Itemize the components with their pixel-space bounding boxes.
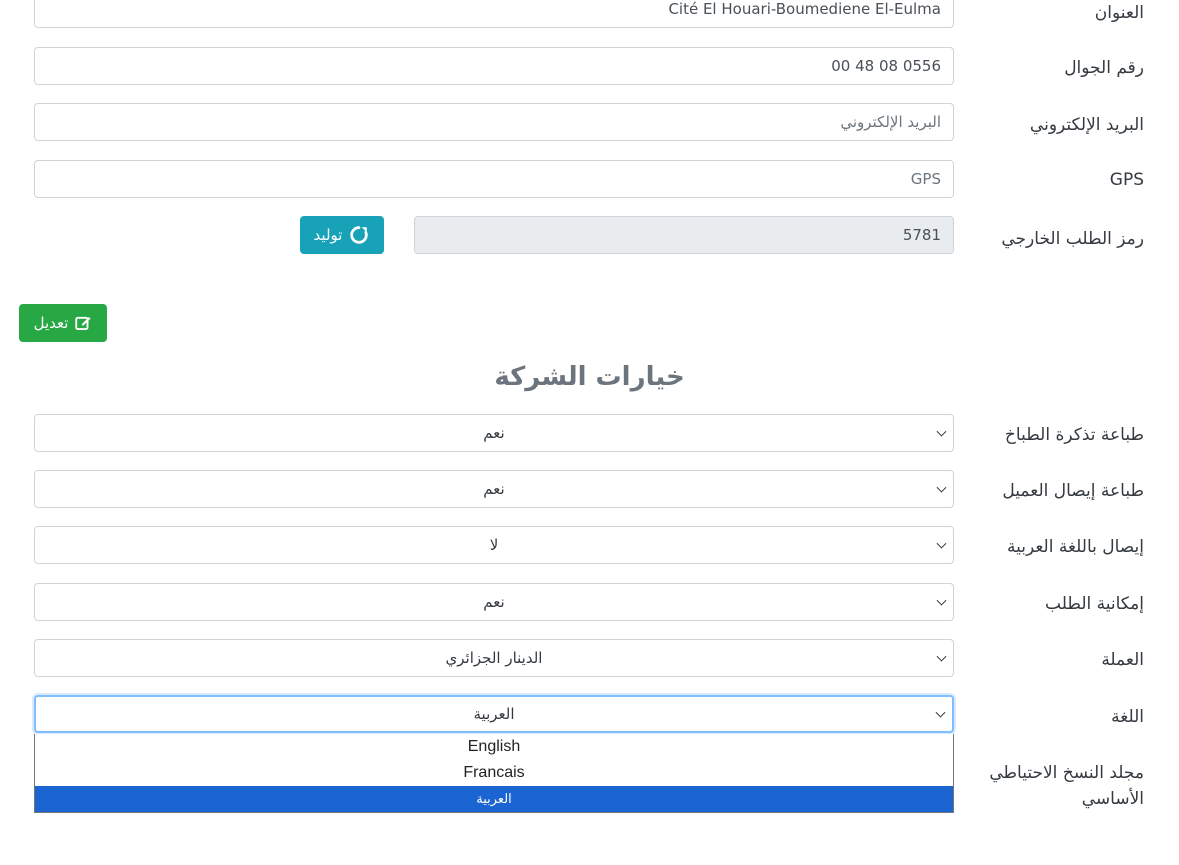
- company-options-title: خيارات الشركة: [494, 362, 685, 392]
- arabic-receipt-value: لا: [489, 536, 499, 554]
- customer-receipt-select[interactable]: نعم: [34, 470, 954, 508]
- generate-button[interactable]: توليد: [300, 216, 384, 254]
- backup-folder-label: مجلد النسخ الاحتياطي الأساسي: [944, 760, 1144, 812]
- cook-ticket-value: نعم: [483, 424, 505, 442]
- refresh-icon: [348, 224, 370, 246]
- chevron-down-icon: [936, 651, 947, 662]
- backup-folder-label-line2: الأساسي: [1081, 789, 1144, 809]
- edit-button[interactable]: تعديل: [19, 304, 107, 342]
- company-settings-page: العنوان Cité El Houari-Boumediene El-Eul…: [0, 0, 1179, 865]
- backup-folder-label-line1: مجلد النسخ الاحتياطي: [989, 763, 1144, 783]
- external-code-label: رمز الطلب الخارجي: [1001, 229, 1144, 249]
- external-code-input: 5781: [414, 216, 954, 254]
- currency-label: العملة: [1101, 650, 1144, 670]
- ordering-enabled-select[interactable]: نعم: [34, 583, 954, 621]
- language-select[interactable]: العربية: [34, 695, 954, 733]
- address-input[interactable]: Cité El Houari-Boumediene El-Eulma: [34, 0, 954, 28]
- language-value: العربية: [473, 705, 515, 723]
- edit-button-label: تعديل: [33, 314, 69, 332]
- ordering-enabled-label: إمكانية الطلب: [1045, 594, 1144, 614]
- edit-icon: [74, 314, 92, 332]
- generate-button-label: توليد: [313, 226, 343, 244]
- address-label: العنوان: [1094, 3, 1144, 23]
- chevron-down-icon: [936, 426, 947, 437]
- chevron-down-icon: [936, 482, 947, 493]
- mobile-input[interactable]: 00 48 08 0556: [34, 47, 954, 85]
- language-option-arabic[interactable]: العربية: [35, 786, 953, 812]
- gps-input[interactable]: GPS: [34, 160, 954, 198]
- email-label: البريد الإلكتروني: [1029, 115, 1144, 135]
- gps-label: GPS: [1109, 170, 1144, 190]
- mobile-label: رقم الجوال: [1064, 58, 1144, 78]
- cook-ticket-select[interactable]: نعم: [34, 414, 954, 452]
- arabic-receipt-label: إيصال باللغة العربية: [1006, 537, 1144, 557]
- chevron-down-icon: [936, 538, 947, 549]
- customer-receipt-label: طباعة إيصال العميل: [1002, 481, 1144, 501]
- email-input[interactable]: البريد الإلكتروني: [34, 103, 954, 141]
- language-option-english[interactable]: English: [35, 734, 953, 760]
- chevron-down-icon: [936, 595, 947, 606]
- language-option-french[interactable]: Francais: [35, 760, 953, 786]
- cook-ticket-label: طباعة تذكرة الطباخ: [1004, 425, 1144, 445]
- chevron-down-icon: [935, 707, 946, 718]
- language-label: اللغة: [1111, 707, 1144, 727]
- currency-select[interactable]: الدينار الجزائري: [34, 639, 954, 677]
- currency-value: الدينار الجزائري: [445, 649, 543, 667]
- language-dropdown-list: English Francais العربية: [34, 734, 954, 813]
- ordering-enabled-value: نعم: [483, 593, 505, 611]
- customer-receipt-value: نعم: [483, 480, 505, 498]
- arabic-receipt-select[interactable]: لا: [34, 526, 954, 564]
